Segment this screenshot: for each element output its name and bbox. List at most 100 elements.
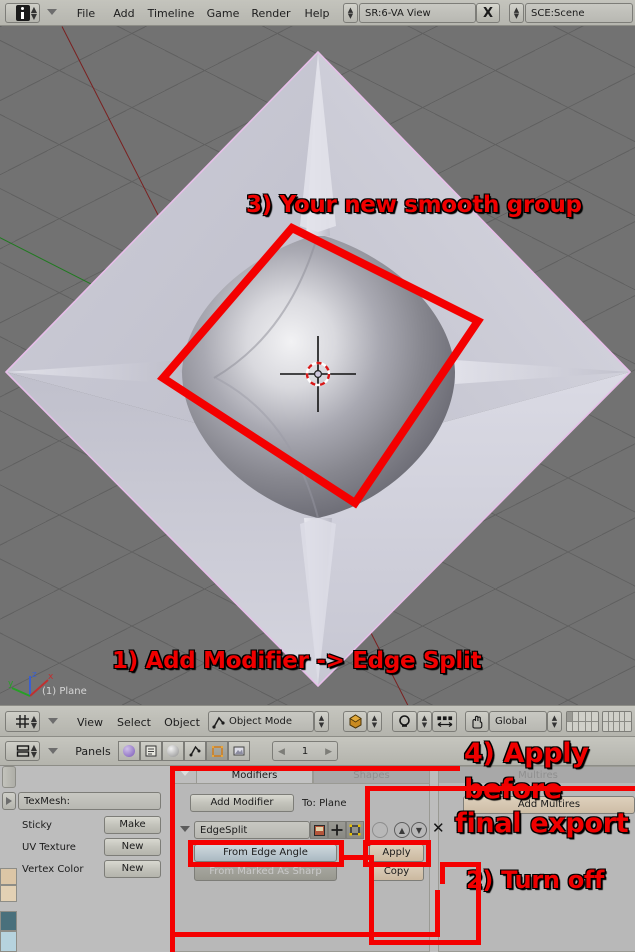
object-selected-icon[interactable] bbox=[206, 741, 228, 761]
panels-menu-collapse-icon[interactable] bbox=[48, 748, 58, 754]
from-edge-angle-button[interactable]: From Edge Angle bbox=[194, 844, 337, 862]
scene-selector-field[interactable]: SCE:Scene bbox=[525, 3, 633, 23]
updown-arrows-icon: ▲ ▼ bbox=[371, 714, 378, 729]
buttons-window-body: TexMesh: Sticky Make UV Texture New Vert… bbox=[0, 766, 635, 952]
close-x-icon[interactable]: ✕ bbox=[432, 821, 445, 836]
object-mode-select[interactable]: Object Mode bbox=[208, 711, 314, 732]
panel-scroll-strip[interactable] bbox=[2, 766, 16, 788]
multires-tab[interactable]: Multires bbox=[438, 766, 635, 783]
sticky-make-button[interactable]: Make bbox=[104, 816, 161, 834]
menu-add[interactable]: Add bbox=[106, 0, 142, 26]
3d-view-header: ▲ ▼ View Select Object Object Mode ▲ ▼ ▲ ▼ bbox=[0, 705, 635, 737]
pivot-button[interactable] bbox=[392, 711, 417, 732]
solid-shading-icon bbox=[348, 714, 362, 729]
modifiers-collapse-icon[interactable] bbox=[180, 770, 190, 776]
menu-file[interactable]: File bbox=[68, 0, 104, 26]
svg-text:y: y bbox=[8, 679, 14, 689]
buttons-window-type-stepper-icon[interactable]: ▲ ▼ bbox=[31, 744, 37, 759]
frame-value: 1 bbox=[301, 745, 309, 757]
menu-view[interactable]: View bbox=[68, 706, 112, 738]
layer-button-10[interactable] bbox=[625, 712, 631, 722]
color-swatch-3[interactable] bbox=[0, 911, 17, 931]
move-down-icon[interactable]: ▼ bbox=[411, 822, 427, 838]
scene-selector-stepper[interactable]: ▲ ▼ bbox=[509, 3, 524, 23]
move-up-icon[interactable]: ▲ bbox=[394, 822, 410, 838]
buttons-window-header: ▲ ▼ Panels ◀ 1 ▶ bbox=[0, 737, 635, 766]
draw-type-button[interactable] bbox=[343, 711, 367, 732]
frame-field[interactable]: ◀ 1 ▶ bbox=[272, 741, 338, 761]
pivot-median-icon bbox=[399, 715, 410, 727]
updown-arrows-icon: ▲ ▼ bbox=[347, 5, 354, 20]
layer-buttons-group-1[interactable] bbox=[566, 711, 599, 732]
menu-select[interactable]: Select bbox=[110, 706, 158, 738]
multires-tab-label: Multires bbox=[518, 769, 558, 781]
3d-viewport[interactable]: z x y (1) Plane bbox=[0, 26, 635, 705]
uv-texture-new-button[interactable]: New bbox=[104, 838, 161, 856]
mesh-panel: TexMesh: Sticky Make UV Texture New Vert… bbox=[18, 766, 168, 878]
color-swatch-4[interactable] bbox=[0, 931, 17, 952]
svg-text:z: z bbox=[32, 670, 37, 680]
view-window-type-button[interactable]: ▲ ▼ bbox=[5, 711, 40, 732]
object-mode-stepper[interactable]: ▲ ▼ bbox=[314, 711, 329, 732]
transform-widget-button[interactable] bbox=[432, 711, 457, 732]
texmesh-field[interactable]: TexMesh: bbox=[18, 792, 161, 810]
to-plane-label: To: Plane bbox=[302, 798, 347, 809]
add-multires-button[interactable]: Add Multires bbox=[463, 796, 635, 814]
color-swatch-2[interactable] bbox=[0, 885, 17, 902]
menu-timeline[interactable]: Timeline bbox=[142, 0, 200, 26]
scene-icon[interactable] bbox=[228, 741, 250, 761]
shading-icon[interactable] bbox=[118, 741, 140, 761]
buttons-window-type-button[interactable]: ▲ ▼ bbox=[5, 741, 40, 761]
view-menu-collapse-icon[interactable] bbox=[48, 718, 58, 724]
orientation-icon-box[interactable] bbox=[465, 711, 489, 732]
edgesplit-expand-icon[interactable] bbox=[180, 826, 190, 832]
cage-toggle-icon[interactable] bbox=[372, 822, 388, 838]
orientation-field[interactable]: Global bbox=[489, 711, 547, 732]
pivot-stepper[interactable]: ▲ ▼ bbox=[417, 711, 432, 732]
screen-selector-stepper[interactable]: ▲ ▼ bbox=[343, 3, 358, 23]
layer-button-5[interactable] bbox=[591, 712, 598, 722]
menu-help[interactable]: Help bbox=[298, 0, 336, 26]
shapes-tab[interactable]: Shapes bbox=[313, 766, 430, 783]
from-marked-as-sharp-button[interactable]: From Marked As Sharp bbox=[194, 863, 337, 881]
editmode-toggle-icon[interactable] bbox=[346, 821, 364, 839]
panel-expand-arrow-button[interactable] bbox=[2, 792, 16, 810]
context-icon-row[interactable] bbox=[118, 741, 250, 761]
window-type-stepper-icon[interactable]: ▲ ▼ bbox=[31, 6, 37, 21]
menu-game[interactable]: Game bbox=[202, 0, 244, 26]
apply-modifier-button[interactable]: Apply bbox=[369, 844, 424, 862]
svg-text:x: x bbox=[48, 672, 54, 682]
add-modifier-button[interactable]: Add Modifier bbox=[190, 794, 294, 812]
screen-selector-field[interactable]: SR:6-VA View bbox=[359, 3, 476, 23]
layer-button-20[interactable] bbox=[625, 721, 631, 731]
left-arrow-icon[interactable]: ◀ bbox=[278, 747, 285, 757]
layer-button-15[interactable] bbox=[591, 721, 598, 731]
object-icon[interactable] bbox=[140, 741, 162, 761]
mesh-row-vertexcolor: Vertex Color New bbox=[18, 860, 161, 880]
top-header: ▲ ▼ File Add Timeline Game Render Help ▲ ▼… bbox=[0, 0, 635, 26]
screen-delete-button[interactable]: X bbox=[476, 3, 500, 23]
color-swatch-1[interactable] bbox=[0, 868, 17, 885]
menu-render[interactable]: Render bbox=[246, 0, 296, 26]
draw-type-stepper[interactable]: ▲ ▼ bbox=[367, 711, 382, 732]
shapes-tab-label: Shapes bbox=[353, 769, 390, 781]
menu-panels[interactable]: Panels bbox=[68, 737, 118, 766]
material-icon[interactable] bbox=[162, 741, 184, 761]
copy-modifier-button[interactable]: Copy bbox=[369, 863, 424, 881]
realtime-toggle-icon[interactable] bbox=[328, 821, 346, 839]
right-arrow-icon[interactable]: ▶ bbox=[325, 747, 332, 757]
orientation-stepper[interactable]: ▲ ▼ bbox=[547, 711, 562, 732]
modifiers-tab[interactable]: Modifiers bbox=[196, 766, 313, 783]
plane-mesh-object[interactable] bbox=[0, 26, 635, 705]
menu-collapse-icon[interactable] bbox=[47, 9, 57, 15]
vertex-color-new-button[interactable]: New bbox=[104, 860, 161, 878]
layer-buttons-group-2[interactable] bbox=[602, 711, 632, 732]
render-toggle-icon[interactable] bbox=[310, 821, 328, 839]
window-type-icon-button[interactable]: ▲ ▼ bbox=[5, 3, 40, 23]
view-window-type-stepper-icon[interactable]: ▲ ▼ bbox=[31, 715, 37, 730]
editing-icon[interactable] bbox=[184, 741, 206, 761]
menu-object[interactable]: Object bbox=[158, 706, 206, 738]
edgesplit-name-field[interactable]: EdgeSplit bbox=[194, 821, 310, 839]
info-icon bbox=[15, 5, 30, 21]
sticky-label: Sticky bbox=[22, 820, 52, 831]
